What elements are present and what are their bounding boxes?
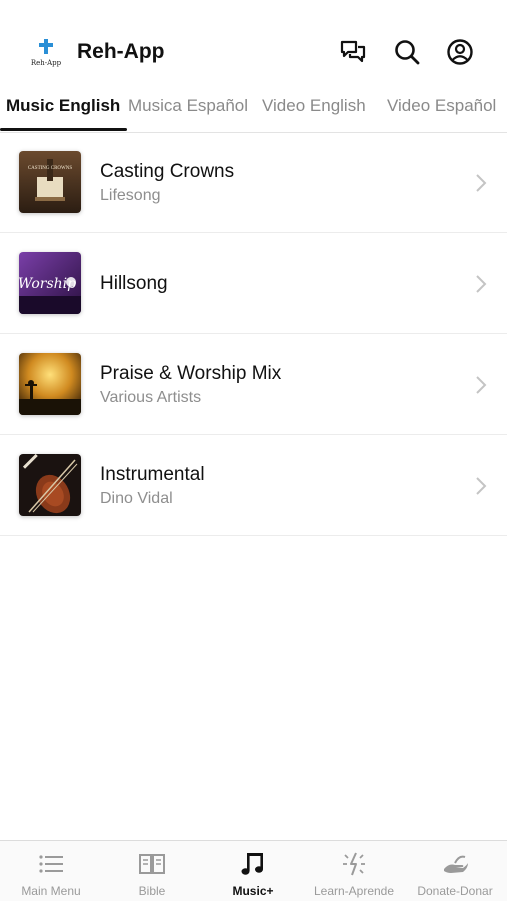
list-item[interactable]: Praise & Worship Mix Various Artists <box>0 334 507 435</box>
svg-text:CASTING CROWNS: CASTING CROWNS <box>28 166 73 171</box>
item-subtitle: Various Artists <box>100 389 202 406</box>
tab-musica-espanol[interactable]: Musica Español <box>128 96 248 116</box>
tab-video-english[interactable]: Video English <box>262 96 366 116</box>
chat-icon[interactable] <box>339 38 367 66</box>
nav-learn[interactable]: Learn-Aprende <box>304 841 404 901</box>
item-subtitle: Lifesong <box>100 187 161 204</box>
nav-bible[interactable]: Bible <box>102 841 202 901</box>
tab-video-espanol[interactable]: Video Español <box>387 96 496 116</box>
chevron-right-icon <box>476 275 487 293</box>
active-tab-indicator <box>0 128 127 131</box>
item-title: Instrumental <box>100 464 205 485</box>
app-title: Reh-App <box>77 40 165 63</box>
item-title: Hillsong <box>100 273 168 294</box>
app-header: Reh-App Reh-App <box>0 0 507 88</box>
music-note-icon <box>239 851 267 877</box>
nav-label: Bible <box>138 884 166 898</box>
nav-music[interactable]: Music+ <box>203 841 303 901</box>
sparkle-icon <box>340 851 368 877</box>
chevron-right-icon <box>476 477 487 495</box>
nav-label: Main Menu <box>21 884 81 898</box>
nav-main-menu[interactable]: Main Menu <box>1 841 101 901</box>
item-title: Praise & Worship Mix <box>100 363 282 384</box>
list-item[interactable]: Worship Hillsong <box>0 233 507 334</box>
tab-music-english[interactable]: Music English <box>6 96 120 116</box>
item-title: Casting Crowns <box>100 161 235 182</box>
album-artwork <box>19 454 81 516</box>
album-artwork: Worship <box>19 252 81 314</box>
bottom-navigation: Main Menu Bible Music+ Learn-Aprende Don… <box>0 840 507 901</box>
book-icon <box>138 851 166 877</box>
chevron-right-icon <box>476 376 487 394</box>
nav-donate[interactable]: Donate-Donar <box>405 841 505 901</box>
album-artwork <box>19 353 81 415</box>
chevron-right-icon <box>476 174 487 192</box>
account-icon[interactable] <box>446 38 474 66</box>
category-tabs: Music English Musica Español Video Engli… <box>0 88 507 133</box>
list-icon <box>37 851 65 877</box>
album-artwork: CASTING CROWNS <box>19 151 81 213</box>
nav-label: Learn-Aprende <box>313 884 395 898</box>
list-item[interactable]: CASTING CROWNS Casting Crowns Lifesong <box>0 132 507 233</box>
album-list: CASTING CROWNS Casting Crowns Lifesong W… <box>0 132 507 536</box>
item-subtitle: Dino Vidal <box>100 490 173 507</box>
search-icon[interactable] <box>393 38 421 66</box>
nav-label: Donate-Donar <box>417 884 493 898</box>
app-logo: Reh-App <box>29 36 63 70</box>
nav-label: Music+ <box>232 884 274 898</box>
hand-icon <box>441 851 469 877</box>
svg-text:Reh-App: Reh-App <box>31 59 62 67</box>
list-item[interactable]: Instrumental Dino Vidal <box>0 435 507 536</box>
